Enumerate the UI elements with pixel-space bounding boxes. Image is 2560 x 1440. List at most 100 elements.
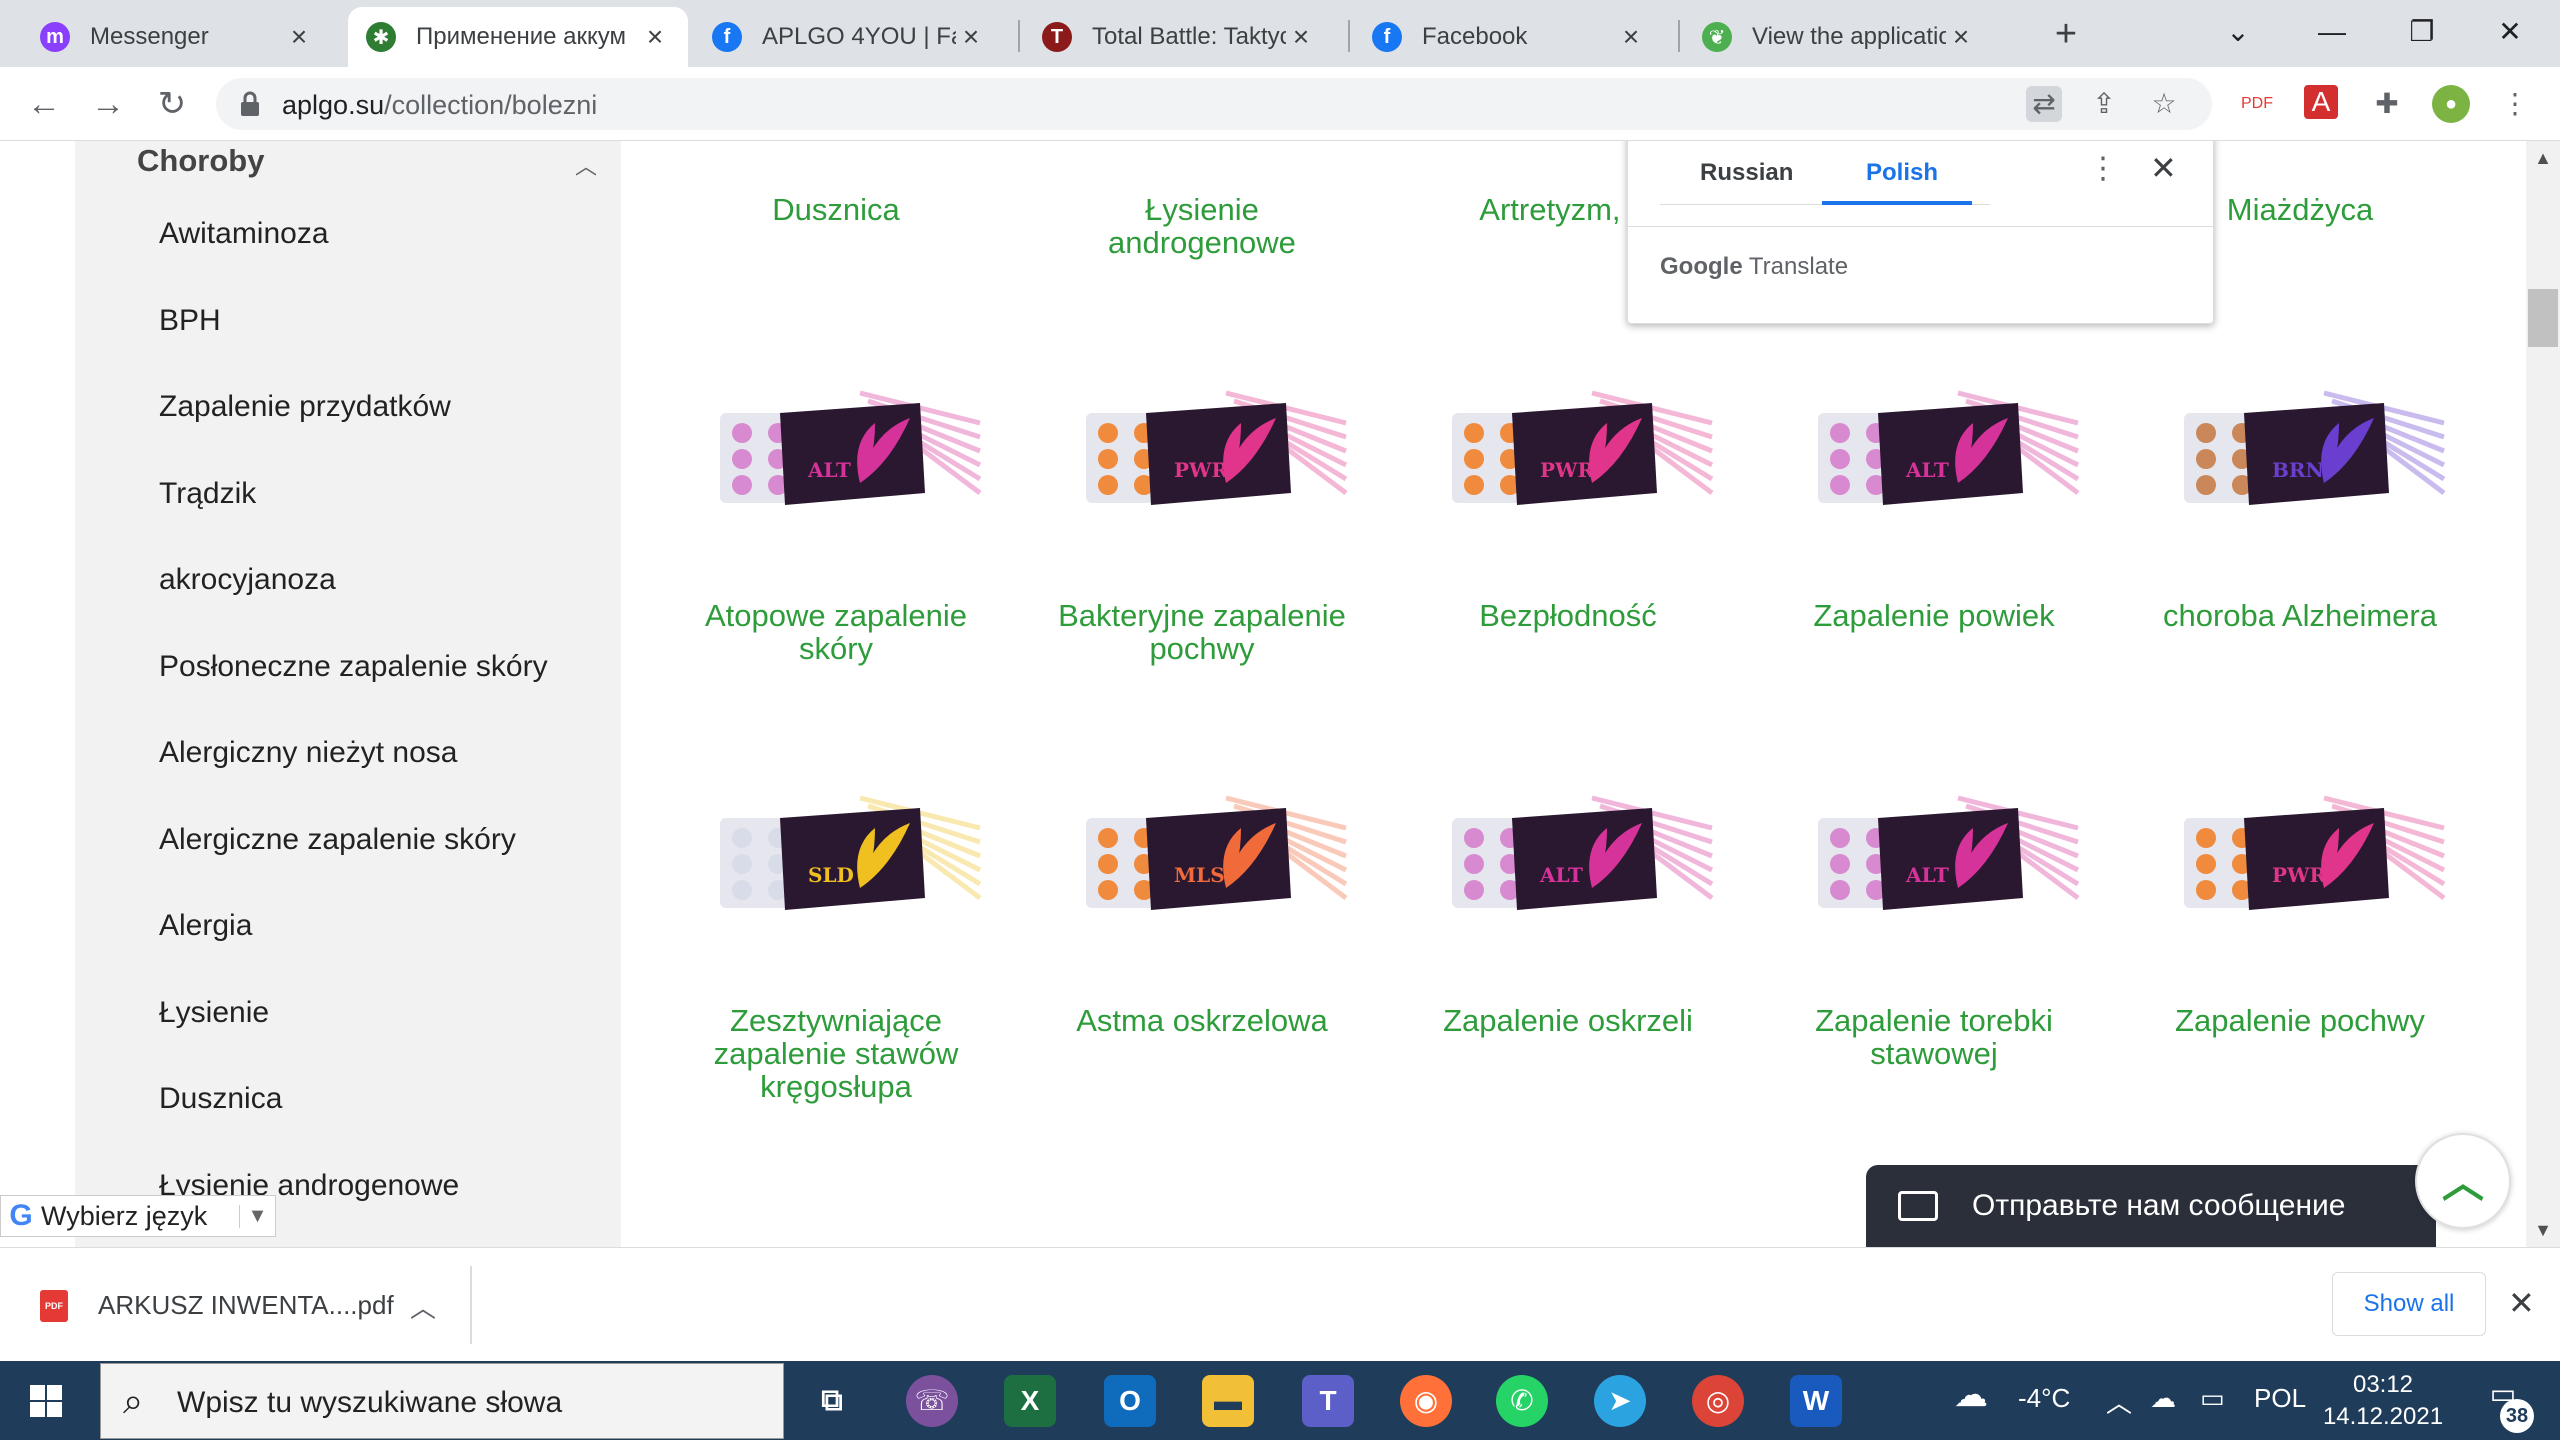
outlook-icon[interactable]: O bbox=[1104, 1375, 1156, 1427]
sidebar-item[interactable]: Awitaminoza bbox=[159, 217, 329, 251]
product-category-link[interactable]: Łysienie androgenowe bbox=[1042, 193, 1362, 259]
product-package-image[interactable]: ALT bbox=[1808, 778, 2088, 928]
close-icon[interactable]: × bbox=[1286, 21, 1316, 53]
chevron-up-icon[interactable]: ︿ bbox=[575, 149, 597, 181]
sidebar-item[interactable]: BPH bbox=[159, 304, 221, 338]
chevron-up-icon[interactable]: ︿ bbox=[410, 1288, 436, 1325]
chat-widget[interactable]: Отправьте нам сообщение bbox=[1866, 1165, 2436, 1247]
browser-tab[interactable]: ❦ View the applicatio × bbox=[1684, 7, 1994, 67]
chrome-icon[interactable]: ◎ bbox=[1692, 1375, 1744, 1427]
scroll-down-arrow[interactable]: ▼ bbox=[2530, 1217, 2556, 1243]
firefox-icon[interactable]: ◉ bbox=[1400, 1375, 1452, 1427]
tab-search-icon[interactable]: ⌄ bbox=[2208, 8, 2268, 56]
product-category-link[interactable]: Zesztywniające zapalenie stawów kręgosłu… bbox=[676, 1004, 996, 1103]
close-icon[interactable]: × bbox=[956, 21, 986, 53]
more-options-icon[interactable]: ⋮ bbox=[2088, 151, 2118, 186]
telegram-icon[interactable]: ➤ bbox=[1594, 1375, 1646, 1427]
new-tab-button[interactable]: + bbox=[2046, 14, 2086, 54]
product-category-link[interactable]: Zapalenie torebki stawowej bbox=[1774, 1004, 2094, 1070]
sidebar-item[interactable]: Alergia bbox=[159, 909, 252, 943]
browser-tab[interactable]: m Messenger × bbox=[22, 7, 332, 67]
tab-title: APLGO 4YOU | Face bbox=[762, 23, 956, 50]
extensions-puzzle-icon[interactable]: ✚ bbox=[2368, 85, 2406, 123]
onedrive-cloud-icon[interactable]: ☁ bbox=[2150, 1383, 2176, 1414]
menu-kebab-icon[interactable]: ⋮ bbox=[2496, 85, 2534, 123]
input-language-indicator[interactable]: POL bbox=[2254, 1383, 2306, 1414]
product-package-image[interactable]: SLD bbox=[710, 778, 990, 928]
product-category-link[interactable]: Astma oskrzelowa bbox=[1042, 1004, 1362, 1037]
product-package-image[interactable]: MLS bbox=[1076, 778, 1356, 928]
close-icon[interactable]: × bbox=[284, 21, 314, 53]
sidebar-item[interactable]: Alergiczny nieżyt nosa bbox=[159, 736, 457, 770]
product-category-link[interactable]: Dusznica bbox=[676, 193, 996, 226]
product-category-link[interactable]: Zapalenie oskrzeli bbox=[1408, 1004, 1728, 1037]
bookmark-star-icon[interactable]: ☆ bbox=[2146, 86, 2182, 122]
translate-icon[interactable]: ⇄ bbox=[2026, 86, 2062, 122]
sidebar-item[interactable]: Zapalenie przydatków bbox=[159, 390, 451, 424]
product-category-link[interactable]: Zapalenie pochwy bbox=[2140, 1004, 2460, 1037]
sidebar-item[interactable]: akrocyjanoza bbox=[159, 563, 336, 597]
close-icon[interactable]: × bbox=[1946, 21, 1976, 53]
language-selector[interactable]: G Wybierz język ▼ bbox=[0, 1195, 276, 1237]
restore-window-icon[interactable]: ❐ bbox=[2392, 8, 2452, 56]
product-package-image[interactable]: PWR bbox=[1442, 373, 1722, 523]
share-icon[interactable]: ⇪ bbox=[2086, 86, 2122, 122]
product-category-link[interactable]: Zapalenie powiek bbox=[1774, 599, 2094, 632]
show-all-button[interactable]: Show all bbox=[2332, 1272, 2486, 1336]
product-category-link[interactable]: Atopowe zapalenie skóry bbox=[676, 599, 996, 665]
file-explorer-icon[interactable]: ▬ bbox=[1202, 1375, 1254, 1427]
notification-center-icon[interactable]: ▭ 38 bbox=[2478, 1377, 2534, 1433]
close-icon[interactable]: ✕ bbox=[2150, 149, 2177, 187]
close-icon[interactable]: × bbox=[1616, 21, 1646, 53]
scroll-thumb[interactable] bbox=[2528, 289, 2558, 347]
browser-tab[interactable]: T Total Battle: Taktycz × bbox=[1024, 7, 1334, 67]
sidebar-item[interactable]: Alergiczne zapalenie skóry bbox=[159, 823, 516, 857]
task-view-icon[interactable]: ⧉ bbox=[806, 1375, 858, 1427]
product-package-image[interactable]: ALT bbox=[1808, 373, 2088, 523]
chevron-up-icon[interactable]: ︿ bbox=[2106, 1383, 2132, 1420]
pdf-extension-icon[interactable]: PDF bbox=[2238, 85, 2276, 123]
product-category-link[interactable]: Bezpłodność bbox=[1408, 599, 1728, 632]
forward-button[interactable]: → bbox=[86, 82, 130, 126]
product-category-link[interactable]: choroba Alzheimera bbox=[2140, 599, 2460, 632]
address-bar[interactable]: aplgo.su/collection/bolezni ⇄ ⇪ ☆ bbox=[216, 78, 2212, 130]
sidebar-item[interactable]: Posłoneczne zapalenie skóry bbox=[159, 650, 548, 684]
sidebar-item[interactable]: Dusznica bbox=[159, 1082, 282, 1116]
reload-button[interactable]: ↻ bbox=[150, 82, 194, 126]
whatsapp-icon[interactable]: ✆ bbox=[1496, 1375, 1548, 1427]
close-icon[interactable]: ✕ bbox=[2508, 1284, 2535, 1322]
browser-tab[interactable]: f Facebook × bbox=[1354, 7, 1664, 67]
close-window-icon[interactable]: ✕ bbox=[2480, 8, 2540, 56]
word-icon[interactable]: W bbox=[1790, 1375, 1842, 1427]
translate-target-lang[interactable]: Polish bbox=[1866, 159, 1938, 187]
back-button[interactable]: ← bbox=[22, 82, 66, 126]
profile-avatar[interactable]: ● bbox=[2432, 85, 2470, 123]
product-package-image[interactable]: PWR bbox=[1076, 373, 1356, 523]
excel-icon[interactable]: X bbox=[1004, 1375, 1056, 1427]
scroll-up-arrow[interactable]: ▲ bbox=[2530, 145, 2556, 171]
sidebar-item[interactable]: Trądzik bbox=[159, 477, 256, 511]
browser-tab[interactable]: f APLGO 4YOU | Face× bbox=[694, 7, 1004, 67]
download-item-name[interactable]: ARKUSZ INWENTA....pdf bbox=[98, 1290, 394, 1321]
viber-icon[interactable]: ☏ bbox=[906, 1375, 958, 1427]
browser-tab[interactable]: ✱ Применение аккум × bbox=[348, 7, 688, 67]
product-package-image[interactable]: BRN bbox=[2174, 373, 2454, 523]
product-package-image[interactable]: ALT bbox=[710, 373, 990, 523]
battery-icon[interactable]: ▭ bbox=[2200, 1383, 2225, 1414]
product-package-image[interactable]: ALT bbox=[1442, 778, 1722, 928]
translate-source-lang[interactable]: Russian bbox=[1700, 159, 1793, 187]
close-icon[interactable]: × bbox=[640, 21, 670, 53]
weather-cloud-icon[interactable]: ☁ bbox=[1954, 1375, 1988, 1415]
teams-icon[interactable]: T bbox=[1302, 1375, 1354, 1427]
product-category-link[interactable]: Bakteryjne zapalenie pochwy bbox=[1042, 599, 1362, 665]
scroll-to-top-button[interactable]: ︿ bbox=[2415, 1133, 2511, 1229]
taskbar-search-box[interactable]: ⌕ Wpisz tu wyszukiwane słowa bbox=[100, 1363, 784, 1439]
minimize-window-icon[interactable]: — bbox=[2302, 8, 2362, 56]
weather-temperature[interactable]: -4°C bbox=[2018, 1383, 2070, 1414]
windows-start-icon[interactable] bbox=[30, 1385, 62, 1417]
sidebar-item[interactable]: Łysienie bbox=[159, 996, 269, 1030]
system-clock[interactable]: 03:12 14.12.2021 bbox=[2318, 1369, 2448, 1433]
acrobat-icon[interactable]: A bbox=[2304, 85, 2338, 119]
sidebar-heading[interactable]: Choroby bbox=[137, 143, 264, 179]
product-package-image[interactable]: PWR bbox=[2174, 778, 2454, 928]
